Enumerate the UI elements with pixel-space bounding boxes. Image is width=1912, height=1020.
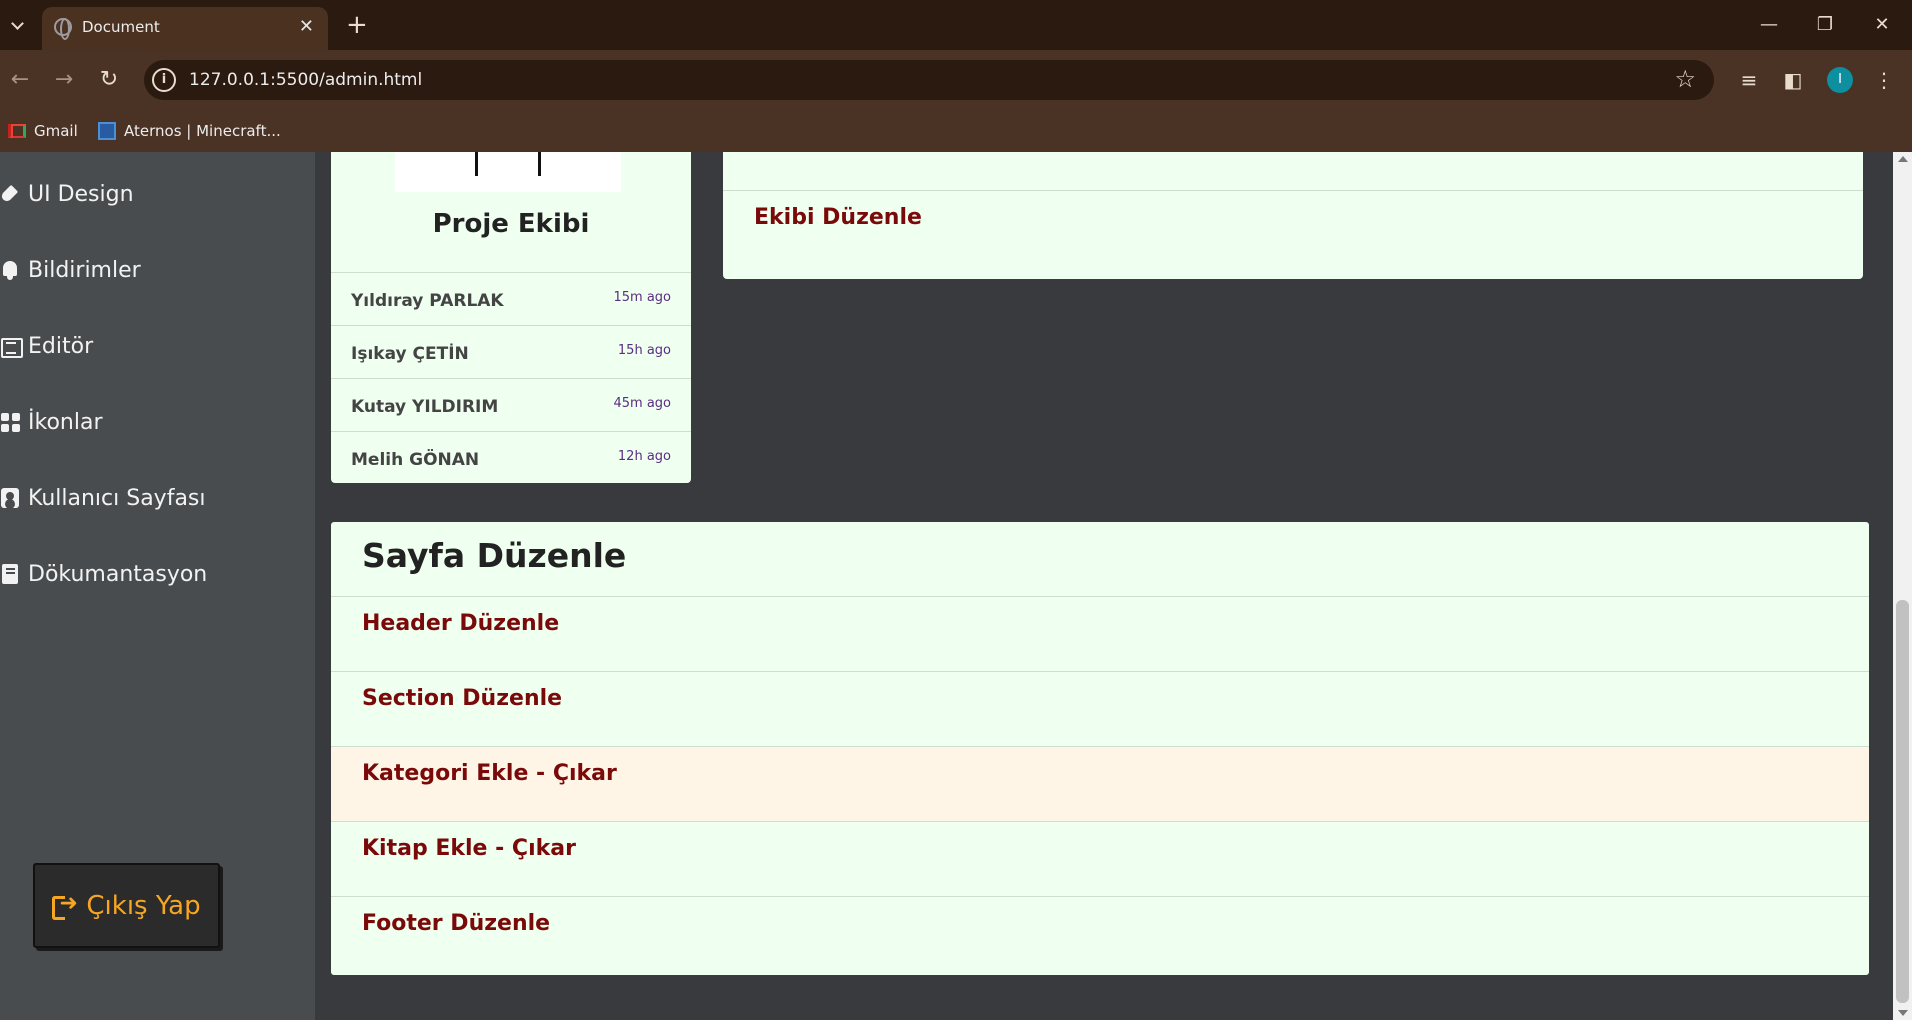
scrollbar-thumb[interactable] <box>1896 600 1909 1003</box>
sidebar-item-label: Editör <box>28 333 94 359</box>
team-edit-card: Ekibi Düzenle <box>723 152 1863 279</box>
scroll-down-arrow-icon[interactable] <box>1898 1010 1908 1016</box>
edit-book-link[interactable]: Kitap Ekle - Çıkar <box>362 836 576 861</box>
edit-header-link[interactable]: Header Düzenle <box>362 611 559 636</box>
team-title: Proje Ekibi <box>432 209 590 239</box>
sidebar-item-ikonlar[interactable]: İkonlar <box>0 402 103 442</box>
sidebar-item-editor[interactable]: Editör <box>0 326 93 366</box>
newspaper-icon <box>0 335 23 358</box>
menu-kebab-icon[interactable]: ⋮ <box>1866 62 1902 98</box>
sidebar-item-ui-design[interactable]: UI Design <box>0 174 134 214</box>
bookmark-aternos[interactable]: Aternos | Minecraft... <box>98 122 281 140</box>
aternos-icon <box>98 122 116 140</box>
member-time: 15h ago <box>617 343 671 358</box>
browser-tab[interactable]: Document ✕ <box>42 7 328 50</box>
sidebar-item-label: Dökumantasyon <box>28 561 208 587</box>
member-name: Kutay YILDIRIM <box>351 397 499 417</box>
tab-title: Document <box>82 18 160 36</box>
profile-avatar[interactable]: I <box>1827 67 1853 93</box>
member-name: Yıldıray PARLAK <box>351 291 504 311</box>
member-name: Melih GÖNAN <box>351 450 480 470</box>
team-card: Proje Ekibi Yıldıray PARLAK 15m ago Işık… <box>331 152 691 483</box>
page-content: UI Design Bildirimler Editör İkonlar Kul… <box>0 152 1912 1020</box>
list-item-kategori[interactable]: Kategori Ekle - Çıkar <box>331 746 1869 821</box>
sign-out-icon <box>52 891 78 920</box>
sidebar-item-label: Kullanıcı Sayfası <box>28 485 206 511</box>
side-panel-icon[interactable]: ◧ <box>1775 62 1811 98</box>
forward-button[interactable]: → <box>46 62 82 98</box>
media-control-icon[interactable]: ≡ <box>1731 62 1767 98</box>
member-time: 12h ago <box>617 449 671 464</box>
page-scrollbar[interactable] <box>1893 152 1912 1020</box>
close-tab-icon[interactable]: ✕ <box>299 16 314 37</box>
edit-team-link[interactable]: Ekibi Düzenle <box>754 205 922 230</box>
member-name: Işıkay ÇETİN <box>351 344 469 364</box>
browser-toolbar: ← → ↻ i 127.0.0.1:5500/admin.html ☆ ≡ ◧ … <box>0 50 1912 158</box>
close-window-button[interactable]: ✕ <box>1862 10 1902 40</box>
member-time: 45m ago <box>613 396 671 411</box>
list-item-header[interactable]: Header Düzenle <box>331 596 1869 671</box>
sidebar-item-label: UI Design <box>28 181 134 207</box>
address-bar[interactable]: i 127.0.0.1:5500/admin.html ☆ <box>144 60 1714 100</box>
edit-category-link[interactable]: Kategori Ekle - Çıkar <box>362 761 617 786</box>
team-list: Yıldıray PARLAK 15m ago Işıkay ÇETİN 15h… <box>331 272 691 484</box>
logout-button[interactable]: Çıkış Yap <box>33 863 220 948</box>
page-edit-list: Header Düzenle Section Düzenle Kategori … <box>331 596 1869 971</box>
pen-nib-icon <box>0 183 22 205</box>
team-image <box>395 152 621 192</box>
sidebar-item-dokumantasyon[interactable]: Dökumantasyon <box>0 554 207 594</box>
site-info-icon[interactable]: i <box>152 68 176 92</box>
page-edit-card: Sayfa Düzenle Header Düzenle Section Düz… <box>331 522 1869 975</box>
back-button[interactable]: ← <box>2 62 38 98</box>
sidebar-item-label: Bildirimler <box>28 257 141 283</box>
team-member-row: Işıkay ÇETİN 15h ago <box>331 325 691 378</box>
restore-button[interactable]: ❐ <box>1805 10 1845 40</box>
page-edit-title: Sayfa Düzenle <box>362 536 627 575</box>
bookmark-label: Aternos | Minecraft... <box>124 122 281 140</box>
book-icon <box>0 563 22 585</box>
team-member-row: Melih GÖNAN 12h ago <box>331 431 691 484</box>
new-tab-button[interactable]: + <box>346 8 368 42</box>
minimize-button[interactable]: — <box>1749 10 1789 40</box>
tab-search-button[interactable] <box>0 8 34 42</box>
user-card-icon <box>0 487 22 509</box>
edit-section-link[interactable]: Section Düzenle <box>362 686 562 711</box>
bookmark-gmail[interactable]: Gmail <box>8 122 78 140</box>
bell-icon <box>0 259 22 281</box>
bookmarks-bar: Gmail Aternos | Minecraft... <box>0 112 1912 154</box>
globe-icon <box>54 18 72 40</box>
scroll-up-arrow-icon[interactable] <box>1898 156 1908 162</box>
list-item-kitap[interactable]: Kitap Ekle - Çıkar <box>331 821 1869 896</box>
sidebar-item-kullanici-sayfasi[interactable]: Kullanıcı Sayfası <box>0 478 206 518</box>
list-item-section[interactable]: Section Düzenle <box>331 671 1869 746</box>
edit-footer-link[interactable]: Footer Düzenle <box>362 911 550 936</box>
sidebar-item-bildirimler[interactable]: Bildirimler <box>0 250 141 290</box>
url-text[interactable]: 127.0.0.1:5500/admin.html <box>189 70 422 90</box>
list-item-footer[interactable]: Footer Düzenle <box>331 896 1869 971</box>
browser-tab-strip: Document ✕ + — ❐ ✕ <box>0 0 1912 50</box>
bookmark-label: Gmail <box>34 122 78 140</box>
bookmark-star-icon[interactable]: ☆ <box>1674 65 1696 93</box>
team-member-row: Yıldıray PARLAK 15m ago <box>331 272 691 325</box>
team-member-row: Kutay YILDIRIM 45m ago <box>331 378 691 431</box>
chevron-down-icon <box>10 16 24 30</box>
member-time: 15m ago <box>613 290 671 305</box>
reload-button[interactable]: ↻ <box>91 62 127 98</box>
team-illustration <box>475 152 541 176</box>
icons-icon <box>0 411 22 433</box>
logout-label: Çıkış Yap <box>86 890 201 921</box>
sidebar-item-label: İkonlar <box>28 409 103 435</box>
divider <box>723 190 1863 191</box>
gmail-icon <box>8 124 26 138</box>
sidebar: UI Design Bildirimler Editör İkonlar Kul… <box>0 152 315 1020</box>
